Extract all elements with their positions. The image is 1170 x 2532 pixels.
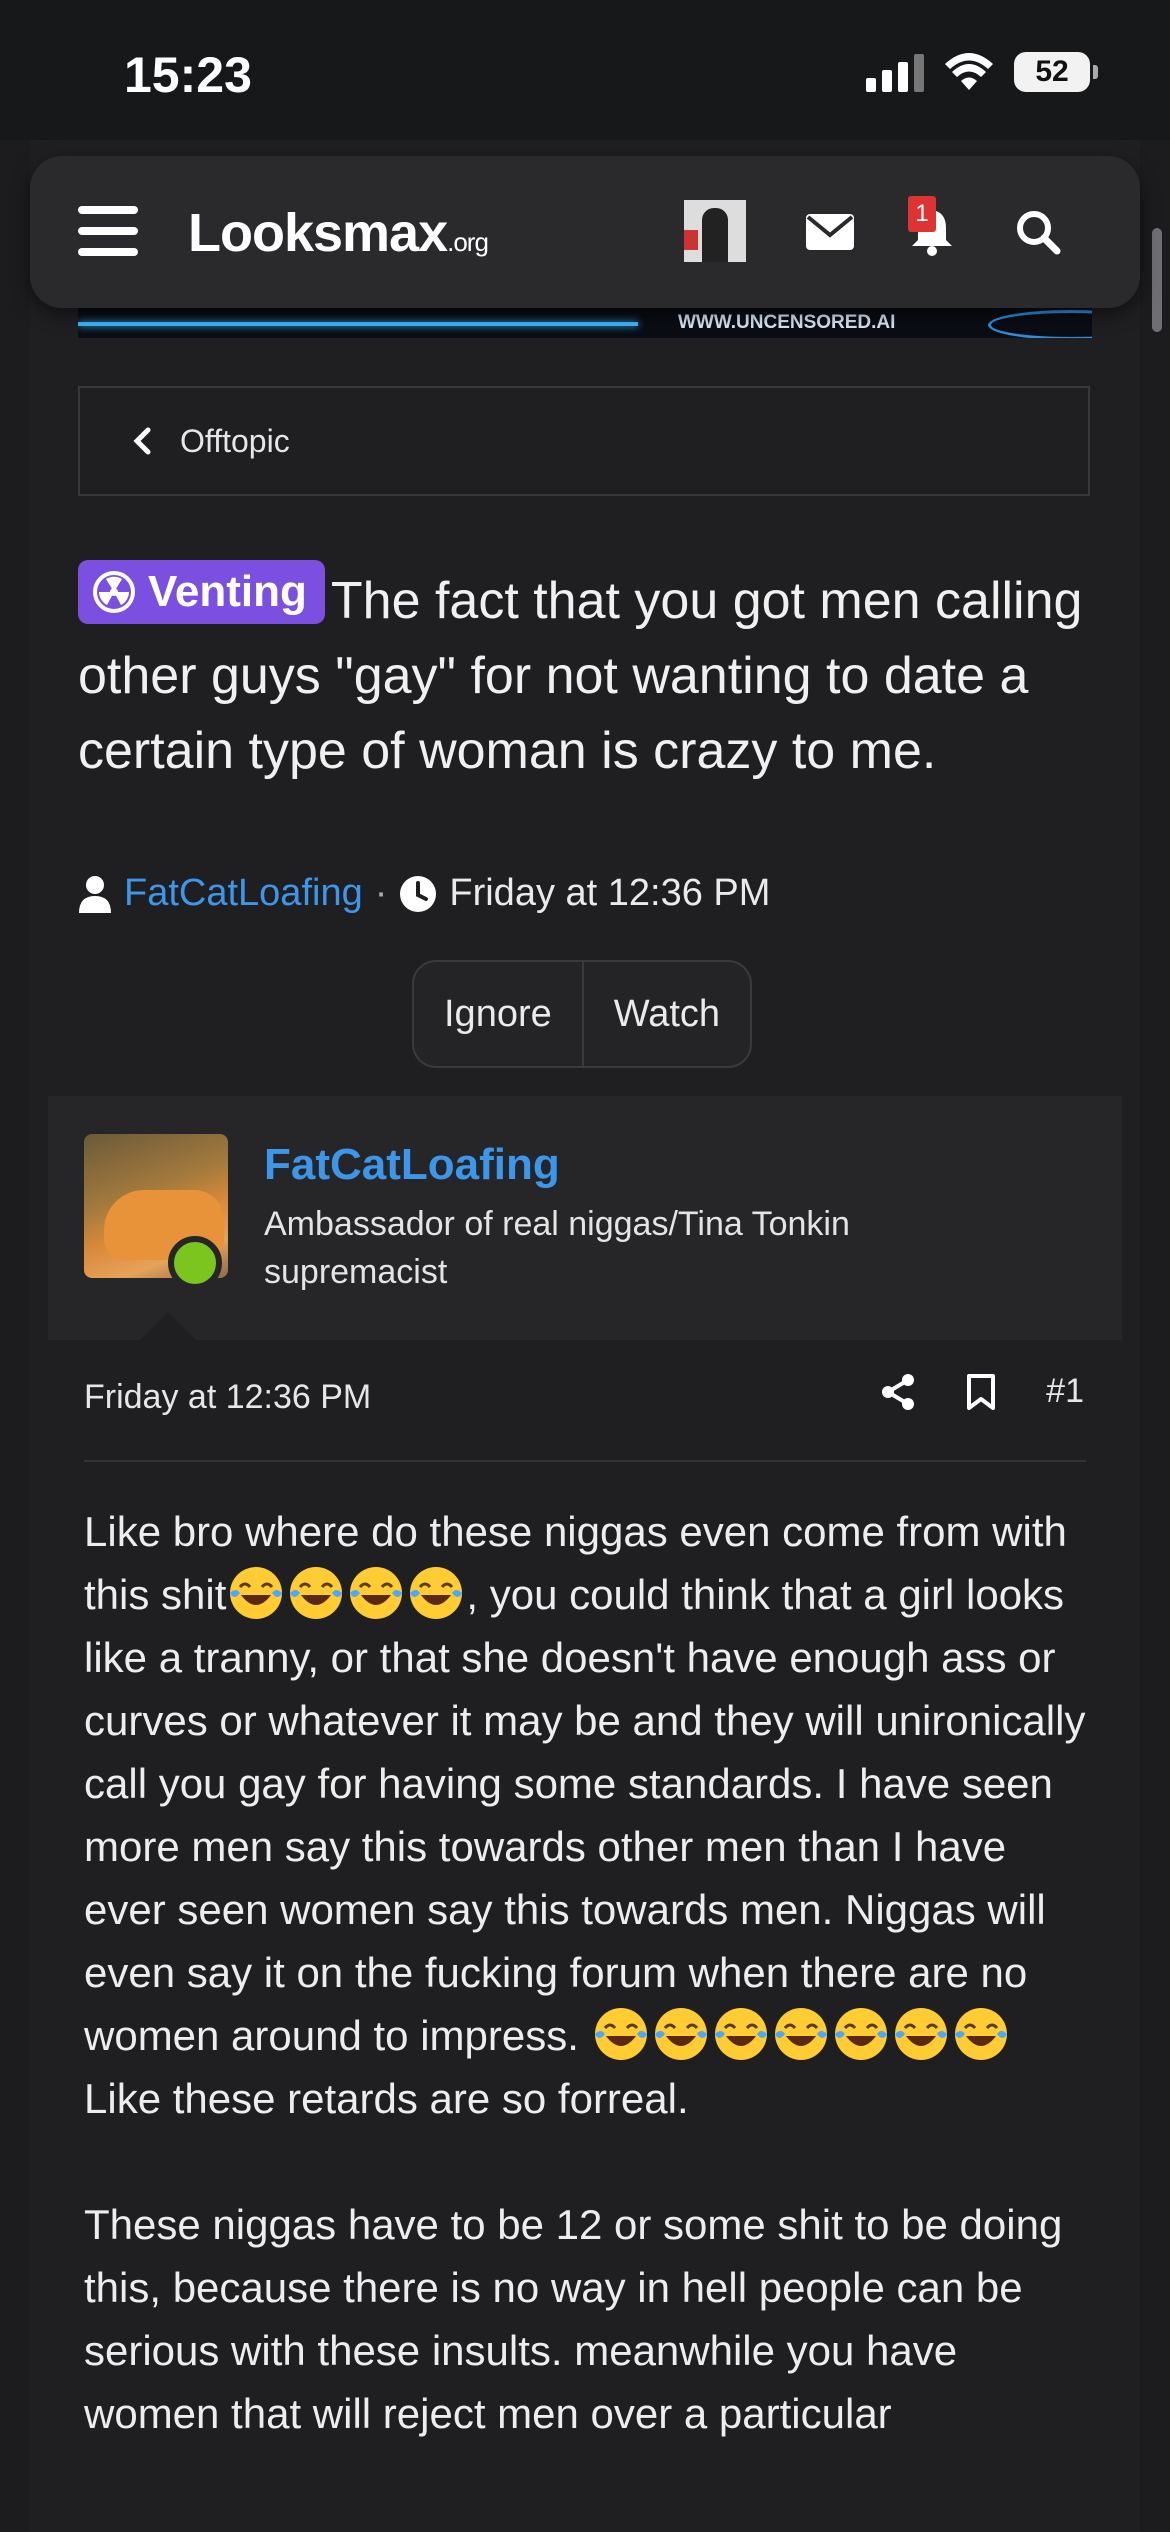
post-number-link[interactable]: #1 bbox=[1046, 1372, 1084, 1411]
post-date[interactable]: Friday at 12:36 PM bbox=[84, 1378, 371, 1417]
post-user-title: Ambassador of real niggas/Tina Tonkin su… bbox=[264, 1205, 850, 1291]
thread-prefix-badge[interactable]: Venting bbox=[78, 560, 325, 624]
status-bar: 15:23 52 bbox=[0, 0, 1170, 140]
breadcrumb-label: Offtopic bbox=[180, 422, 290, 459]
battery-icon: 52 bbox=[1014, 52, 1098, 92]
thread-date: Friday at 12:36 PM bbox=[449, 872, 771, 914]
laughing-emoji-icon bbox=[891, 2004, 951, 2064]
clock-icon bbox=[400, 875, 437, 912]
site-logo[interactable]: Looksmax.org bbox=[188, 202, 489, 264]
laughing-emoji-icon bbox=[226, 1563, 286, 1623]
online-indicator bbox=[168, 1236, 222, 1290]
watch-button[interactable]: Watch bbox=[584, 962, 750, 1066]
thread-action-buttons: Ignore Watch bbox=[412, 960, 753, 1068]
post-user-bar: FatCatLoafing Ambassador of real niggas/… bbox=[48, 1096, 1122, 1340]
radioactive-icon bbox=[93, 571, 135, 613]
thread-author-link[interactable]: FatCatLoafing bbox=[124, 872, 363, 915]
status-time: 15:23 bbox=[124, 47, 252, 103]
laughing-emoji-icon bbox=[286, 1563, 346, 1623]
laughing-emoji-icon bbox=[771, 2004, 831, 2064]
chevron-left-icon bbox=[133, 427, 151, 455]
user-avatar[interactable] bbox=[684, 200, 746, 262]
thread-meta: FatCatLoafing · Friday at 12:36 PM bbox=[78, 872, 770, 915]
laughing-emoji-icon bbox=[951, 2004, 1011, 2064]
ignore-button[interactable]: Ignore bbox=[414, 962, 582, 1066]
search-icon[interactable] bbox=[1006, 200, 1070, 264]
userbar-notch bbox=[140, 1312, 196, 1340]
breadcrumb[interactable]: Offtopic bbox=[78, 386, 1090, 496]
hamburger-icon[interactable] bbox=[78, 206, 138, 256]
laughing-emoji-icon bbox=[831, 2004, 891, 2064]
post-username[interactable]: FatCatLoafing bbox=[264, 1140, 560, 1190]
post-paragraph: Like bro where do these niggas even come… bbox=[84, 1508, 1086, 2122]
laughing-emoji-icon bbox=[346, 1563, 406, 1623]
mail-icon[interactable] bbox=[798, 200, 862, 264]
thread-title: Venting The fact that you got men callin… bbox=[78, 560, 1098, 789]
post-divider bbox=[84, 1460, 1086, 1462]
bookmark-icon[interactable] bbox=[966, 1373, 996, 1411]
user-icon bbox=[79, 875, 111, 913]
ad-banner[interactable]: WWW.UNCENSORED.AI bbox=[78, 308, 1092, 338]
scrollbar-thumb[interactable] bbox=[1152, 228, 1162, 332]
top-nav-header: Looksmax.org 1 bbox=[30, 156, 1140, 308]
signal-icon bbox=[866, 52, 924, 92]
laughing-emoji-icon bbox=[591, 2004, 651, 2064]
laughing-emoji-icon bbox=[651, 2004, 711, 2064]
notification-badge: 1 bbox=[908, 196, 936, 232]
share-icon[interactable] bbox=[880, 1373, 916, 1411]
wifi-icon bbox=[945, 53, 993, 90]
post-actions: #1 bbox=[880, 1372, 1084, 1411]
post-body: Like bro where do these niggas even come… bbox=[84, 1500, 1094, 2508]
post-paragraph: These niggas have to be 12 or some shit … bbox=[84, 2201, 1063, 2437]
laughing-emoji-icon bbox=[406, 1563, 466, 1623]
laughing-emoji-icon bbox=[711, 2004, 771, 2064]
